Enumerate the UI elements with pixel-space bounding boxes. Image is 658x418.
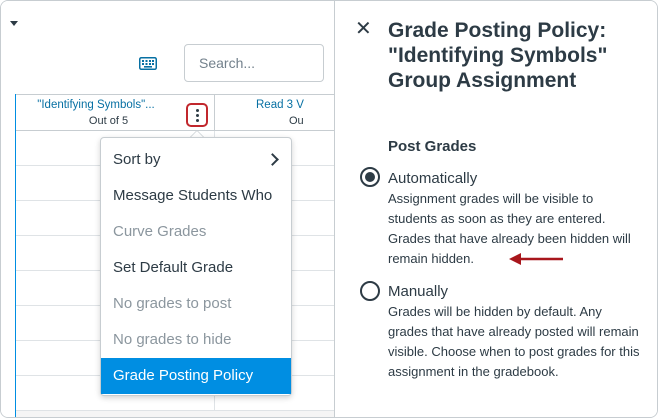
column-points: Out of 5: [88, 115, 129, 127]
annotation-arrow-icon: [509, 253, 563, 265]
keyboard-icon[interactable]: [139, 57, 157, 70]
radio-automatically[interactable]: [360, 167, 380, 187]
column-options-button[interactable]: [186, 103, 208, 127]
chevron-right-icon: [266, 153, 279, 166]
column-focus-line: [15, 94, 16, 417]
menu-item-post-grades: No grades to post: [101, 286, 291, 322]
menu-item-label: Message Students Who: [113, 187, 273, 204]
menu-item-label: Grade Posting Policy: [113, 367, 254, 384]
menu-item-grade-posting-policy[interactable]: Grade Posting Policy: [101, 358, 291, 394]
vertical-ellipsis-icon: [195, 108, 199, 122]
close-icon[interactable]: ✕: [355, 19, 372, 39]
menu-item-label: Curve Grades: [113, 223, 207, 240]
tray-title: Grade Posting Policy: "Identifying Symbo…: [388, 19, 608, 92]
screenshot-frame: "Identifying Symbols"... Out of 5 Read 3…: [0, 0, 658, 418]
column-options-menu: Sort by Message Students Who Curve Grade…: [100, 137, 292, 396]
radio-label-manually[interactable]: Manually: [388, 283, 448, 300]
assignment-column-header-2[interactable]: Read 3 V Ou: [214, 94, 334, 131]
menu-item-curve-grades: Curve Grades: [101, 214, 291, 250]
caret-down-icon[interactable]: [10, 21, 18, 26]
column-title-2[interactable]: Read 3 V: [256, 99, 304, 111]
menu-item-message-students[interactable]: Message Students Who: [101, 178, 291, 214]
radio-description-manually: Grades will be hidden by default. Any gr…: [388, 304, 640, 379]
radio-label-automatically[interactable]: Automatically: [388, 170, 477, 187]
menu-item-set-default-grade[interactable]: Set Default Grade: [101, 250, 291, 286]
menu-item-label: Sort by: [113, 151, 161, 168]
menu-item-sort-by[interactable]: Sort by: [101, 142, 291, 178]
gradebook-panel: "Identifying Symbols"... Out of 5 Read 3…: [1, 1, 334, 417]
assignment-column-header[interactable]: "Identifying Symbols"... Out of 5: [15, 94, 215, 131]
search-field[interactable]: [184, 44, 324, 82]
column-title[interactable]: "Identifying Symbols"...: [16, 99, 176, 111]
search-input[interactable]: [185, 45, 323, 81]
post-grades-heading: Post Grades: [388, 138, 477, 155]
grade-posting-policy-tray: ✕ Grade Posting Policy: "Identifying Sym…: [335, 1, 657, 417]
menu-item-label: No grades to post: [113, 295, 232, 312]
radio-manually[interactable]: [360, 281, 380, 301]
menu-item-hide-grades: No grades to hide: [101, 322, 291, 358]
menu-item-label: Set Default Grade: [113, 259, 234, 276]
column-points-2: Ou: [289, 115, 304, 127]
menu-item-label: No grades to hide: [113, 331, 232, 348]
